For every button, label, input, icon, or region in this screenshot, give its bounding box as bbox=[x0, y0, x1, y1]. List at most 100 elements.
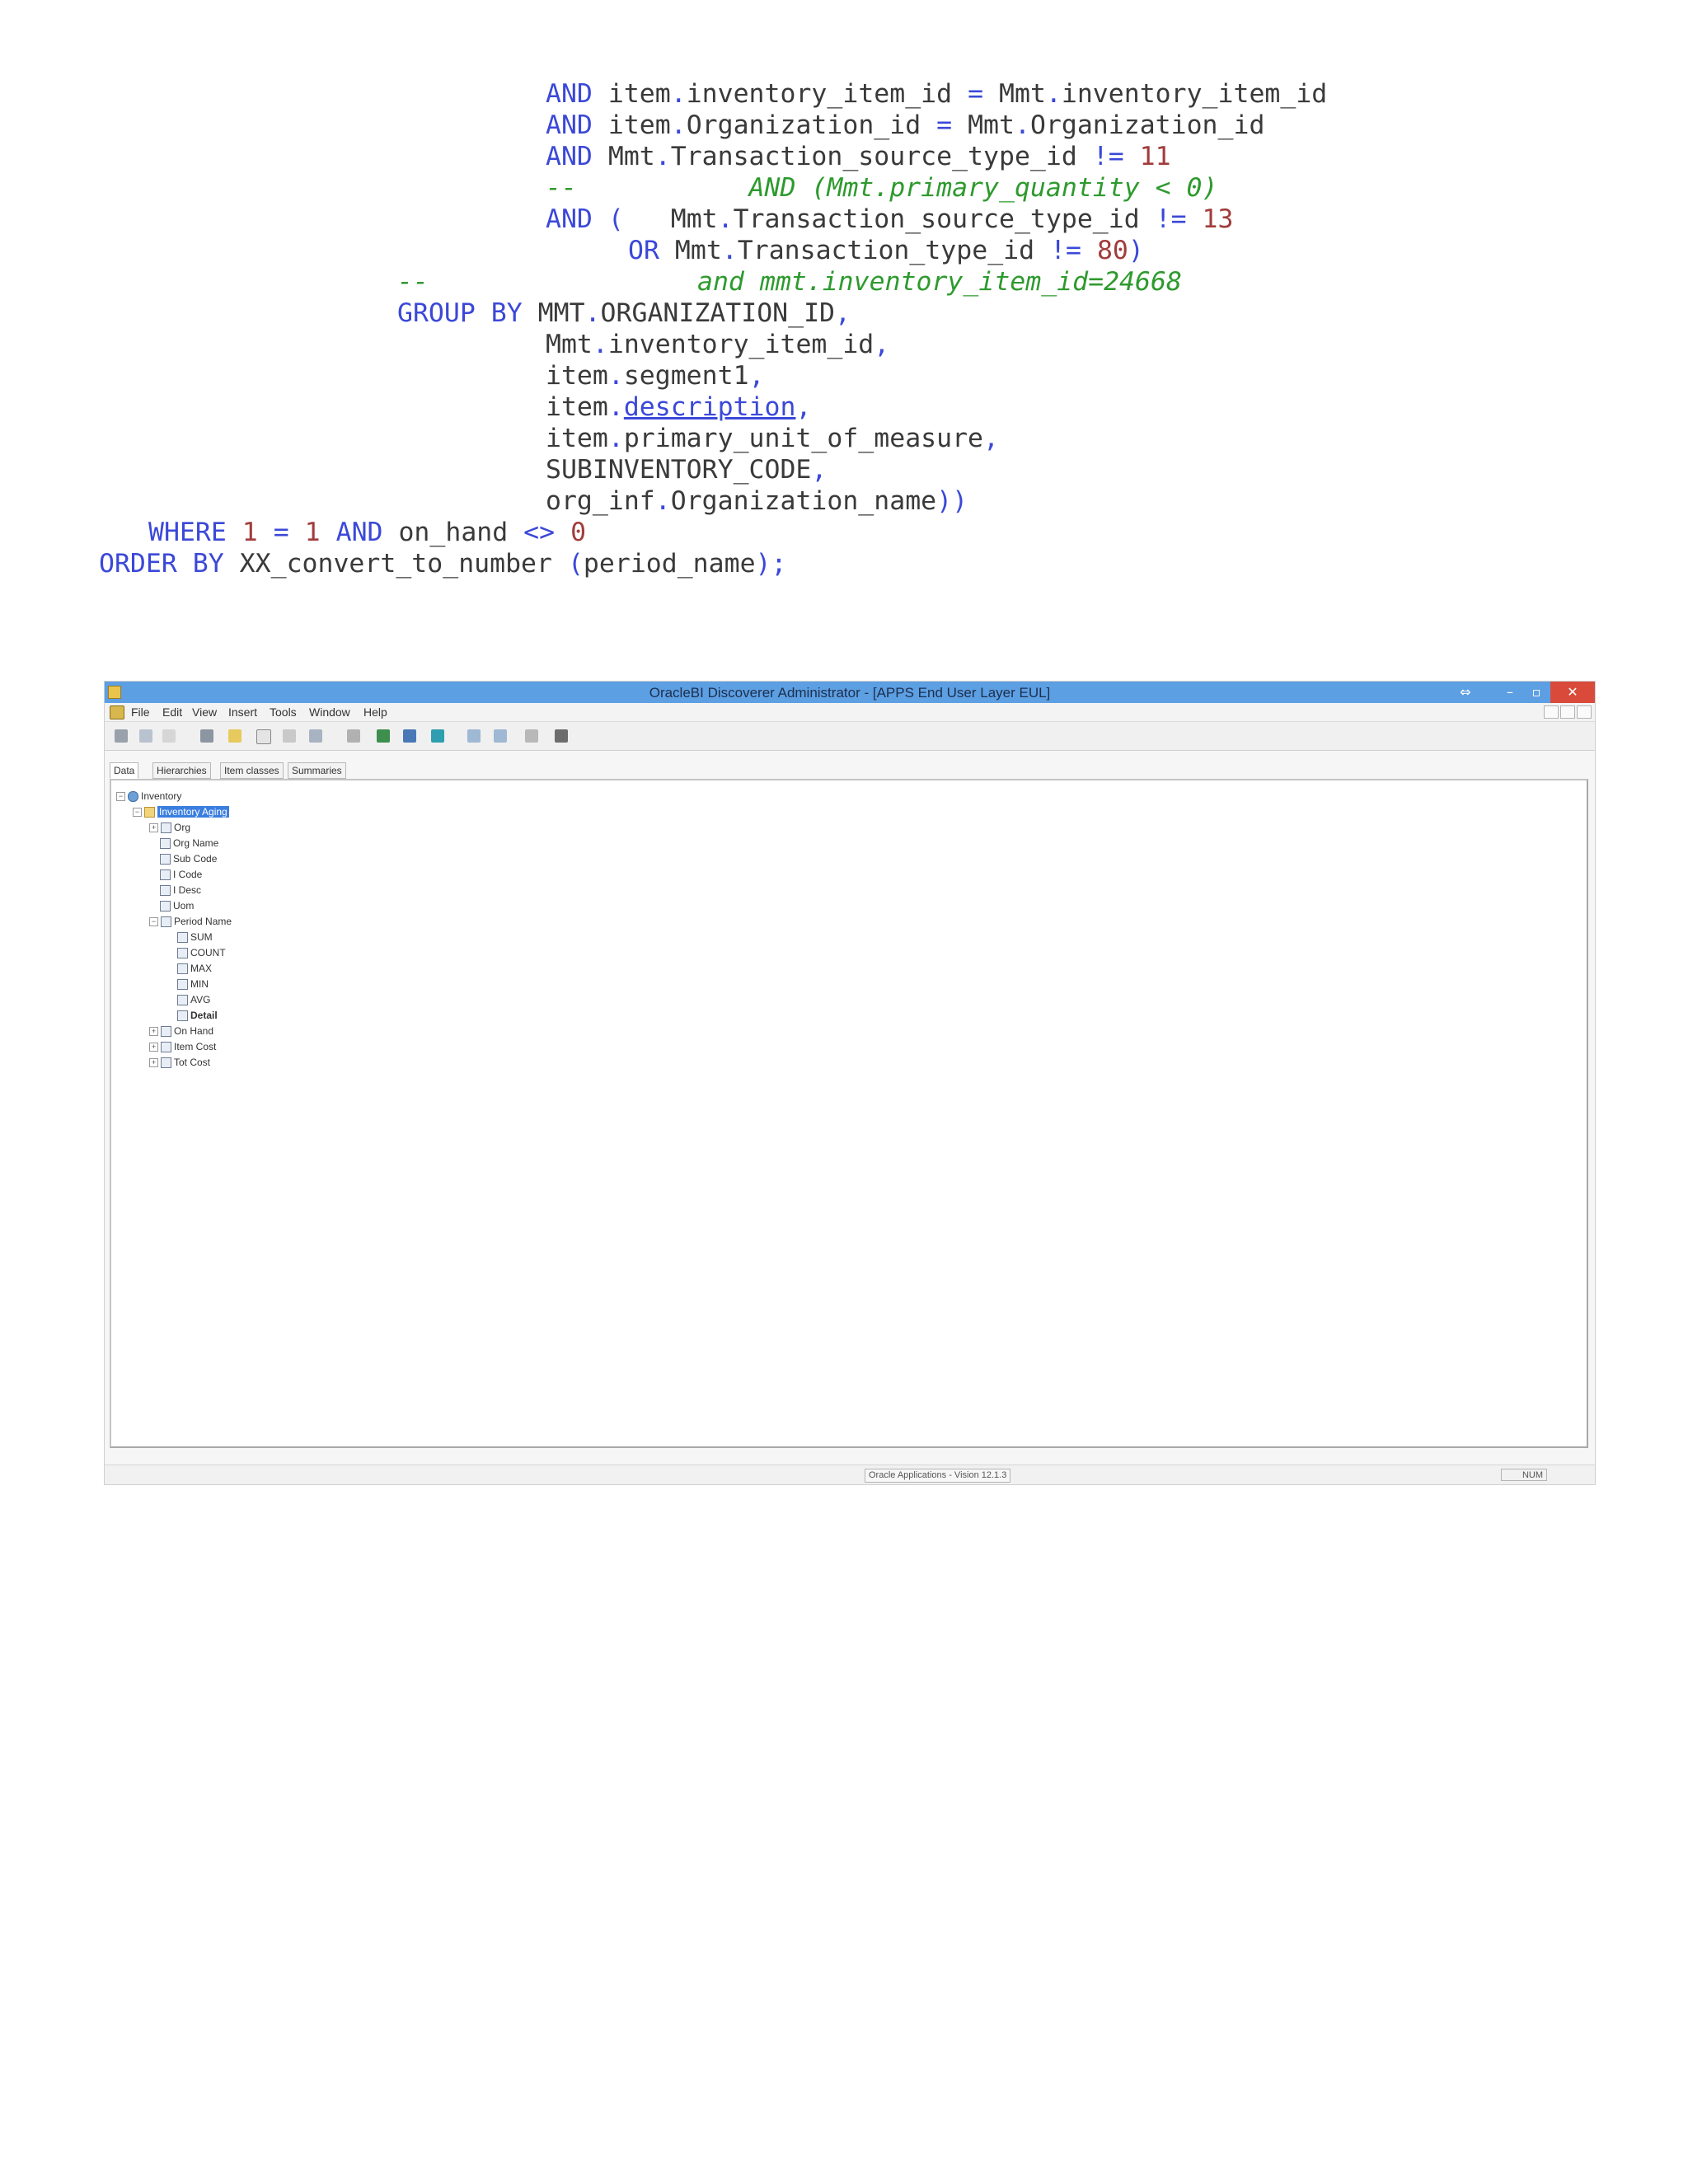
mdi-close-button[interactable] bbox=[1577, 705, 1592, 719]
data-pane bbox=[110, 779, 1588, 1448]
code-line: SUBINVENTORY_CODE, bbox=[546, 455, 828, 485]
join-icon[interactable] bbox=[309, 729, 322, 743]
tree-item[interactable]: I Desc bbox=[160, 883, 201, 898]
connection-status: Oracle Applications - Vision 12.1.3 bbox=[865, 1469, 1011, 1483]
mdi-restore-button[interactable] bbox=[1560, 705, 1575, 719]
status-bar: Oracle Applications - Vision 12.1.3 NUM bbox=[105, 1465, 1595, 1484]
collapse-icon[interactable]: − bbox=[116, 792, 125, 802]
code-comment-text: and mmt.inventory_item_id=24668 bbox=[697, 267, 1182, 297]
title-bar: OracleBI Discoverer Administrator - [APP… bbox=[105, 682, 1595, 703]
expand-icon[interactable]: + bbox=[149, 1058, 158, 1068]
menu-tools[interactable]: Tools bbox=[270, 705, 297, 719]
edit-icon[interactable] bbox=[347, 729, 360, 743]
tree-node-folder[interactable]: − Inventory Aging bbox=[133, 804, 229, 819]
tree-item[interactable]: + Item Cost bbox=[149, 1039, 216, 1054]
find-icon[interactable] bbox=[525, 729, 538, 743]
menu-view[interactable]: View bbox=[192, 705, 217, 719]
export-icon[interactable] bbox=[494, 729, 507, 743]
new-folder-icon[interactable] bbox=[228, 729, 241, 743]
hierarchy-icon[interactable] bbox=[377, 729, 390, 743]
tree-item[interactable]: Uom bbox=[160, 898, 194, 913]
tab-hierarchies[interactable]: Hierarchies bbox=[152, 762, 211, 779]
tree-item[interactable]: Sub Code bbox=[160, 851, 217, 866]
summary-icon[interactable] bbox=[431, 729, 444, 743]
filter-icon[interactable] bbox=[283, 729, 296, 743]
import-icon[interactable] bbox=[467, 729, 481, 743]
tree-item[interactable]: + Tot Cost bbox=[149, 1055, 210, 1070]
item-icon bbox=[161, 1026, 171, 1038]
calculation-icon bbox=[177, 963, 188, 975]
menu-bar: File Edit View Insert Tools Window Help bbox=[105, 703, 1595, 722]
tree-item[interactable]: + Org bbox=[149, 820, 190, 835]
mdi-minimize-button[interactable] bbox=[1544, 705, 1559, 719]
menu-help[interactable]: Help bbox=[363, 705, 387, 719]
description-link[interactable]: description bbox=[624, 392, 796, 422]
calculation-icon bbox=[177, 979, 188, 991]
calculation-icon bbox=[177, 948, 188, 959]
code-comment-line: -- bbox=[397, 267, 429, 297]
doc-icon bbox=[110, 705, 124, 719]
tree-item[interactable]: − Period Name bbox=[149, 914, 232, 929]
item-icon bbox=[161, 916, 171, 928]
tree-item[interactable]: + On Hand bbox=[149, 1024, 213, 1038]
code-line: AND ( Mmt.Transaction_source_type_id != … bbox=[546, 204, 1234, 234]
menu-window[interactable]: Window bbox=[309, 705, 350, 719]
folder-icon bbox=[144, 807, 155, 818]
expand-icon[interactable]: + bbox=[149, 1027, 158, 1037]
tab-item-classes[interactable]: Item classes bbox=[220, 762, 284, 779]
paste-icon[interactable] bbox=[162, 729, 176, 743]
menu-insert[interactable]: Insert bbox=[228, 705, 257, 719]
code-line: org_inf.Organization_name)) bbox=[546, 486, 968, 516]
code-line: AND item.inventory_item_id = Mmt.invento… bbox=[546, 79, 1328, 109]
code-line: item.primary_unit_of_measure, bbox=[546, 424, 999, 453]
code-line: item.description, bbox=[546, 392, 812, 422]
item-icon bbox=[160, 885, 171, 897]
toolbar bbox=[105, 722, 1595, 751]
item-icon bbox=[161, 1057, 171, 1069]
calculation-icon bbox=[177, 1010, 188, 1022]
item-icon bbox=[160, 838, 171, 850]
code-comment-line: -- AND (Mmt.primary_quantity < 0) bbox=[546, 173, 1218, 203]
item-icon bbox=[161, 823, 171, 834]
tree-node-root[interactable]: − Inventory bbox=[116, 789, 181, 804]
tree-subitem[interactable]: COUNT bbox=[177, 945, 226, 960]
tree-subitem[interactable]: SUM bbox=[177, 930, 213, 944]
code-line: AND item.Organization_id = Mmt.Organizat… bbox=[546, 110, 1265, 140]
copy-icon[interactable] bbox=[139, 729, 152, 743]
tab-data[interactable]: Data bbox=[110, 762, 139, 779]
new-item-icon[interactable] bbox=[256, 729, 271, 744]
tree-subitem[interactable]: MIN bbox=[177, 977, 209, 991]
code-line: ORDER BY XX_convert_to_number (period_na… bbox=[99, 549, 787, 579]
cut-icon[interactable] bbox=[115, 729, 128, 743]
sql-code-block: AND item.inventory_item_id = Mmt.invento… bbox=[0, 0, 1688, 626]
tree-subitem[interactable]: AVG bbox=[177, 992, 210, 1007]
code-line: OR Mmt.Transaction_type_id != 80) bbox=[628, 236, 1144, 265]
collapse-icon[interactable]: − bbox=[133, 808, 142, 818]
menu-file[interactable]: File bbox=[131, 705, 150, 719]
item-icon bbox=[160, 869, 171, 881]
tree-subitem[interactable]: Detail bbox=[177, 1008, 218, 1023]
minimize-button[interactable]: – bbox=[1498, 682, 1522, 703]
code-line: WHERE 1 = 1 AND on_hand <> 0 bbox=[148, 518, 587, 547]
security-lock-icon[interactable] bbox=[555, 729, 568, 743]
window-title: OracleBI Discoverer Administrator - [APP… bbox=[649, 685, 1051, 701]
code-line: item.segment1, bbox=[546, 361, 765, 391]
calculation-icon bbox=[177, 995, 188, 1006]
collapse-icon[interactable]: − bbox=[149, 917, 158, 927]
tree-item[interactable]: I Code bbox=[160, 867, 202, 882]
expand-icon[interactable]: + bbox=[149, 1043, 158, 1052]
tab-summaries[interactable]: Summaries bbox=[288, 762, 346, 779]
new-business-area-icon[interactable] bbox=[200, 729, 213, 743]
restore-arrows-icon[interactable]: ⇔ bbox=[1453, 682, 1478, 703]
item-class-icon[interactable] bbox=[403, 729, 416, 743]
discoverer-admin-screenshot: OracleBI Discoverer Administrator - [APP… bbox=[104, 681, 1596, 1485]
code-line: Mmt.inventory_item_id, bbox=[546, 330, 890, 359]
close-button[interactable]: ✕ bbox=[1550, 682, 1595, 703]
num-lock-indicator: NUM bbox=[1501, 1469, 1547, 1481]
tree-subitem[interactable]: MAX bbox=[177, 961, 212, 976]
calculation-icon bbox=[177, 932, 188, 944]
tree-item[interactable]: Org Name bbox=[160, 836, 218, 851]
expand-icon[interactable]: + bbox=[149, 823, 158, 833]
menu-edit[interactable]: Edit bbox=[162, 705, 182, 719]
maximize-button[interactable]: ▫ bbox=[1524, 682, 1549, 703]
